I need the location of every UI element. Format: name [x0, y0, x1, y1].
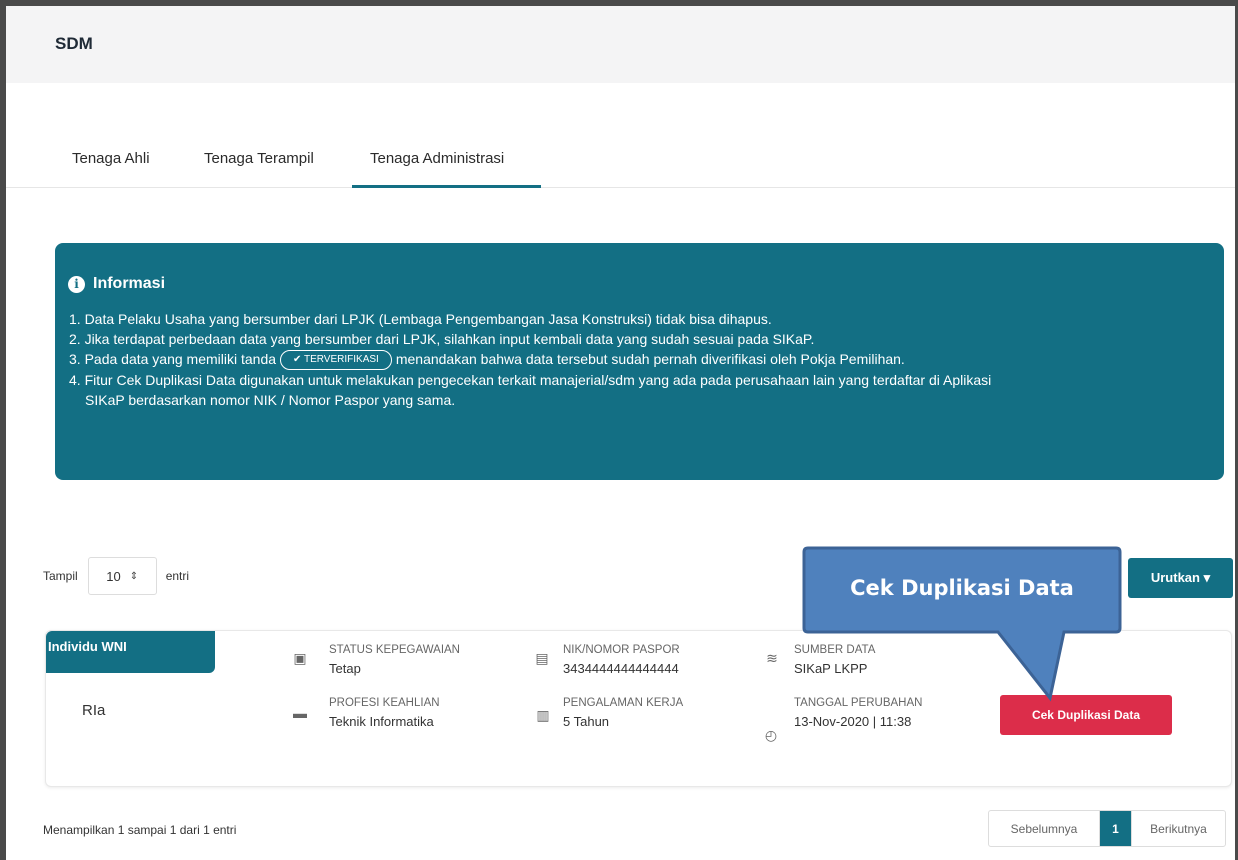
- info-line-1: 1. Data Pelaku Usaha yang bersumber dari…: [69, 311, 772, 327]
- info-icon: i: [68, 275, 85, 293]
- show-label: Tampil: [43, 569, 78, 583]
- status-label: STATUS KEPEGAWAIAN: [329, 644, 460, 656]
- profesi-field: PROFESI KEAHLIAN Teknik Informatika: [329, 697, 440, 729]
- pagination: Sebelumnya 1 Berikutnya: [988, 810, 1226, 847]
- info-line-4: 4. Fitur Cek Duplikasi Data digunakan un…: [69, 370, 1209, 410]
- verified-badge: ✔ TERVERIFIKASI: [280, 350, 392, 371]
- clock-icon: ◴: [764, 727, 778, 743]
- info-line-4a: 4. Fitur Cek Duplikasi Data digunakan un…: [69, 372, 992, 389]
- app-frame: SDM Tenaga Ahli Tenaga Terampil Tenaga A…: [0, 0, 1238, 860]
- info-lines: 1. Data Pelaku Usaha yang bersumber dari…: [69, 309, 1209, 410]
- profesi-label: PROFESI KEAHLIAN: [329, 697, 440, 709]
- entries-label: entri: [165, 569, 190, 583]
- prev-page-button[interactable]: Sebelumnya: [989, 811, 1100, 846]
- pengalaman-field: PENGALAMAN KERJA 5 Tahun: [563, 697, 683, 729]
- tab-tenaga-ahli[interactable]: Tenaga Ahli: [72, 150, 150, 167]
- building-icon: ▥: [536, 707, 550, 723]
- updown-arrow-icon: ⇕: [129, 570, 139, 582]
- next-page-button[interactable]: Berikutnya: [1131, 811, 1225, 846]
- briefcase-icon: ▬: [293, 705, 307, 721]
- sort-button[interactable]: Urutkan ▾: [1128, 558, 1233, 598]
- page-size-select[interactable]: 10 ⇕: [87, 557, 157, 595]
- id-card-icon: ▤: [535, 650, 549, 666]
- info-line-2: 2. Jika terdapat perbedaan data yang ber…: [69, 331, 815, 347]
- pengalaman-label: PENGALAMAN KERJA: [563, 697, 684, 709]
- pengalaman-value: 5 Tahun: [563, 714, 610, 729]
- info-panel: i Informasi 1. Data Pelaku Usaha yang be…: [55, 243, 1224, 480]
- status-value: Tetap: [329, 661, 361, 676]
- database-icon: ≋: [766, 650, 778, 666]
- id-badge-icon: ▣: [293, 650, 307, 666]
- tanggal-value: 13-Nov-2020 | 11:38: [794, 714, 912, 729]
- page-size-value: 10: [106, 568, 121, 584]
- info-line-3-pre: 3. Pada data yang memiliki tanda: [69, 351, 277, 367]
- person-type-tag: Individu WNI: [46, 631, 215, 673]
- callout-text: Cek Duplikasi Data: [850, 576, 1074, 600]
- entries-summary: Menampilkan 1 sampai 1 dari 1 entri: [43, 823, 237, 837]
- person-name: RIa: [82, 702, 106, 719]
- nik-field: NIK/NOMOR PASPOR 3434444444444444: [563, 644, 680, 676]
- info-heading: i Informasi: [68, 275, 165, 293]
- info-line-4b: SIKaP berdasarkan nomor NIK / Nomor Pasp…: [85, 392, 456, 409]
- info-line-3: 3. Pada data yang memiliki tanda ✔ TERVER…: [69, 349, 1209, 371]
- tab-tenaga-terampil[interactable]: Tenaga Terampil: [204, 150, 314, 167]
- page-size-control: Tampil 10 ⇕ entri: [43, 557, 189, 595]
- info-line-3-post: menandakan bahwa data tersebut sudah per…: [395, 351, 905, 367]
- nik-value: 3434444444444444: [563, 661, 679, 676]
- status-field: STATUS KEPEGAWAIAN Tetap: [329, 644, 460, 676]
- person-type-label: Individu WNI: [48, 639, 127, 654]
- current-page-button[interactable]: 1: [1100, 811, 1131, 846]
- tab-bar: Tenaga Ahli Tenaga Terampil Tenaga Admin…: [6, 136, 1235, 188]
- info-title: Informasi: [93, 275, 166, 292]
- active-tab-indicator: [352, 185, 541, 188]
- top-bar: SDM: [6, 6, 1235, 83]
- nik-label: NIK/NOMOR PASPOR: [563, 644, 680, 656]
- page-title: SDM: [55, 34, 93, 53]
- annotation-callout: Cek Duplikasi Data: [802, 544, 1122, 702]
- profesi-value: Teknik Informatika: [329, 714, 434, 729]
- tab-tenaga-administrasi[interactable]: Tenaga Administrasi: [370, 150, 504, 167]
